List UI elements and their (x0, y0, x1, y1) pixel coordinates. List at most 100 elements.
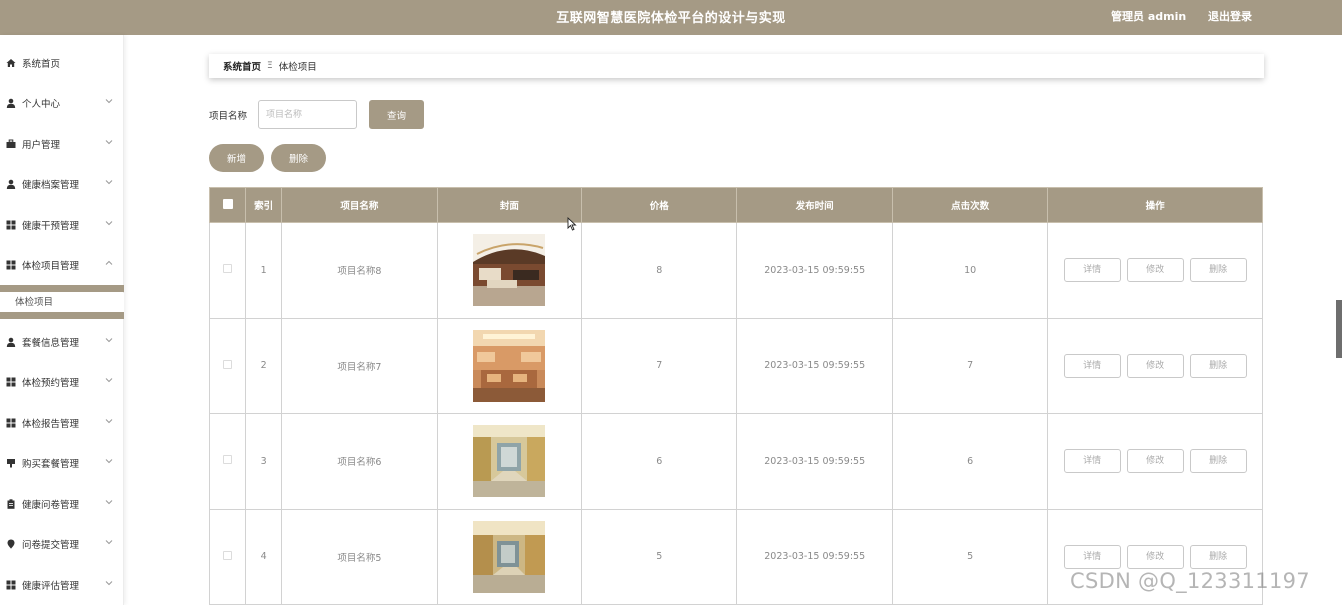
table-row: 1 项目名称8 8 2023-03-15 09:59:55 10 详情 修改 删除 (208, 222, 1263, 319)
breadcrumb-current: 体检项目 (278, 62, 317, 73)
chevron-down-icon (105, 97, 113, 105)
chevron-down-icon (105, 178, 113, 186)
briefcase-icon (6, 139, 16, 149)
sidebar-item-label: 系统首页 (22, 59, 61, 70)
sidebar: 系统首页 个人中心 用户管理 健康档案管理 健康干预管理 体检项目管理 体检项目… (0, 35, 124, 605)
row-publish-time: 2023-03-15 09:59:55 (736, 413, 893, 510)
row-publish-time: 2023-03-15 09:59:55 (736, 508, 893, 605)
column-header-index: 索引 (245, 187, 283, 223)
edit-button[interactable]: 修改 (1126, 544, 1184, 569)
row-checkbox[interactable] (223, 264, 233, 274)
row-clicks: 10 (891, 222, 1049, 319)
sidebar-item-questionnaire[interactable]: 健康问卷管理 (0, 494, 124, 514)
edit-button[interactable]: 修改 (1126, 449, 1184, 474)
submenu-item-exam-project[interactable]: 体检项目 (0, 293, 124, 312)
select-all-cell (208, 187, 247, 223)
column-header-price: 价格 (581, 187, 738, 223)
chevron-down-icon (105, 376, 113, 384)
pin-icon (6, 539, 16, 549)
gavel-icon (6, 458, 16, 468)
row-index: 2 (245, 317, 283, 414)
sidebar-item-health-assessment[interactable]: 健康评估管理 (0, 575, 124, 595)
query-button[interactable]: 查询 (369, 100, 424, 129)
sidebar-item-personal-center[interactable]: 个人中心 (0, 93, 124, 113)
row-price: 5 (581, 508, 738, 605)
sidebar-item-exam-report[interactable]: 体检报告管理 (0, 413, 124, 433)
row-cover (436, 508, 583, 605)
detail-button[interactable]: 详情 (1063, 449, 1121, 474)
clipboard-icon (6, 499, 16, 509)
sidebar-item-health-records[interactable]: 健康档案管理 (0, 174, 124, 194)
chevron-down-icon (105, 138, 113, 146)
row-clicks: 7 (891, 317, 1049, 414)
sidebar-item-health-intervention[interactable]: 健康干预管理 (0, 215, 124, 235)
column-header-cover: 封面 (436, 187, 583, 223)
delete-button[interactable]: 删除 (1189, 258, 1247, 283)
project-table: 索引 项目名称 封面 价格 发布时间 点击次数 操作 1 项目名称8 8 202… (208, 187, 1263, 605)
delete-button[interactable]: 删除 (1189, 544, 1247, 569)
admin-user-label: 管理员 admin (1111, 10, 1187, 23)
sidebar-item-home[interactable]: 系统首页 (0, 53, 124, 73)
sidebar-item-package-info[interactable]: 套餐信息管理 (0, 332, 124, 352)
sidebar-item-exam-booking[interactable]: 体检预约管理 (0, 372, 124, 392)
project-name-search-input[interactable] (258, 100, 357, 129)
row-publish-time: 2023-03-15 09:59:55 (736, 317, 893, 414)
logout-link[interactable]: 退出登录 (1208, 8, 1252, 24)
sidebar-item-exam-projects[interactable]: 体检项目管理 (0, 255, 124, 275)
grid-icon (6, 260, 16, 270)
add-button[interactable]: 新增 (209, 144, 264, 172)
row-name: 项目名称8 (281, 222, 438, 319)
chevron-down-icon (105, 417, 113, 425)
row-index: 1 (245, 222, 283, 319)
row-name: 项目名称6 (281, 413, 438, 510)
row-name: 项目名称7 (281, 317, 438, 414)
grid-icon (6, 418, 16, 428)
row-index: 4 (245, 508, 283, 605)
page-scrollbar-thumb[interactable] (1336, 300, 1342, 358)
row-checkbox[interactable] (223, 359, 233, 369)
row-checkbox[interactable] (223, 550, 233, 560)
grid-icon (6, 220, 16, 230)
row-cover (436, 317, 583, 414)
column-header-clicks: 点击次数 (891, 187, 1049, 223)
detail-button[interactable]: 详情 (1063, 544, 1121, 569)
edit-button[interactable]: 修改 (1126, 258, 1184, 283)
select-all-checkbox[interactable] (222, 198, 233, 209)
detail-button[interactable]: 详情 (1063, 353, 1121, 378)
delete-button[interactable]: 删除 (1189, 449, 1247, 474)
chevron-down-icon (105, 336, 113, 344)
sidebar-item-package-purchase[interactable]: 购买套餐管理 (0, 453, 124, 473)
watermark: CSDN @Q_123311197 (1070, 569, 1310, 593)
edit-button[interactable]: 修改 (1126, 353, 1184, 378)
batch-delete-button[interactable]: 删除 (271, 144, 326, 172)
row-price: 8 (581, 222, 738, 319)
chevron-down-icon (105, 498, 113, 506)
breadcrumb: 系统首页 Ξ 体检项目 (209, 54, 1264, 78)
row-clicks: 5 (891, 508, 1049, 605)
mouse-cursor-icon (567, 216, 577, 234)
row-index: 3 (245, 413, 283, 510)
home-icon (6, 58, 16, 68)
cover-image (473, 329, 546, 402)
column-header-name: 项目名称 (281, 187, 438, 223)
chevron-down-icon (105, 538, 113, 546)
chevron-down-icon (105, 579, 113, 587)
table-header-row: 索引 项目名称 封面 价格 发布时间 点击次数 操作 (208, 187, 1263, 223)
sidebar-item-user-management[interactable]: 用户管理 (0, 134, 124, 154)
row-actions: 详情 修改 删除 (1047, 222, 1263, 319)
user-icon (6, 337, 16, 347)
sidebar-item-questionnaire-submit[interactable]: 问卷提交管理 (0, 534, 124, 554)
breadcrumb-home[interactable]: 系统首页 (223, 59, 261, 73)
detail-button[interactable]: 详情 (1063, 258, 1121, 283)
cover-image (473, 425, 546, 498)
table-row: 2 项目名称7 7 2023-03-15 09:59:55 7 详情 修改 删除 (208, 317, 1263, 414)
row-price: 6 (581, 413, 738, 510)
row-clicks: 6 (891, 413, 1049, 510)
delete-button[interactable]: 删除 (1189, 353, 1247, 378)
grid-icon (6, 580, 16, 590)
search-label: 项目名称 (209, 111, 248, 122)
row-cover (436, 222, 583, 319)
breadcrumb-separator: Ξ (267, 61, 273, 71)
row-price: 7 (581, 317, 738, 414)
row-checkbox[interactable] (223, 455, 233, 465)
